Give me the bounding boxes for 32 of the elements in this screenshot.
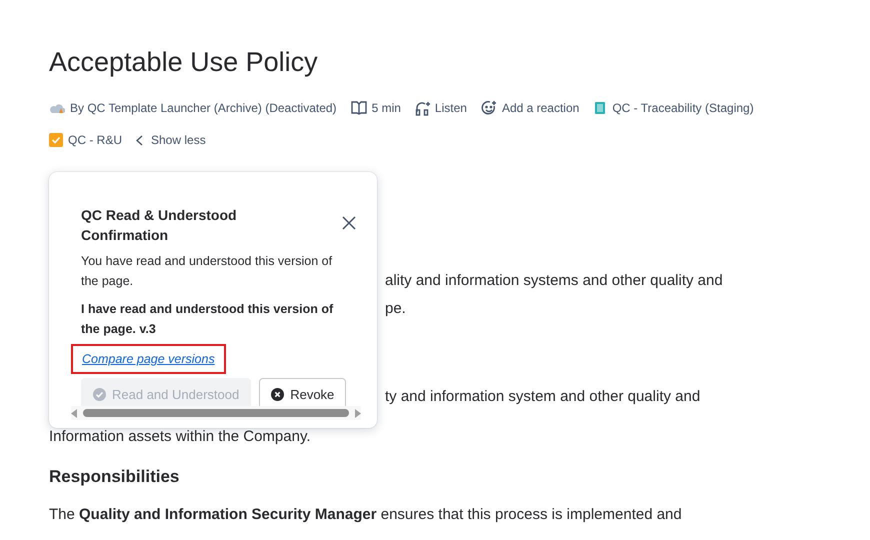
body-text: ty and information system and other quality and xyxy=(385,387,702,407)
page-title: Acceptable Use Policy xyxy=(49,46,319,76)
check-circle-icon xyxy=(93,388,106,400)
book-icon xyxy=(350,101,367,115)
byline-text[interactable]: Listen xyxy=(434,101,467,115)
byline-text[interactable]: 5 min xyxy=(372,101,401,115)
space-icon xyxy=(593,101,608,115)
byline-text[interactable]: Add a reaction xyxy=(502,101,580,115)
body-text: ality and information systems and other quality and xyxy=(385,271,724,291)
scroll-left-icon[interactable] xyxy=(71,408,77,418)
revoke-button[interactable]: Revoke xyxy=(259,378,346,406)
checkbox-icon xyxy=(49,133,63,147)
label-text[interactable]: QC - R&U xyxy=(68,133,122,147)
headphones-icon xyxy=(414,100,430,116)
close-button[interactable] xyxy=(341,215,357,231)
byline-text: By QC Template Launcher (Archive) (Deactivated) xyxy=(70,101,337,115)
section-heading: Responsibilities xyxy=(49,466,180,488)
confirmation-text: I have read and understood this version of the page. v.3 xyxy=(81,301,334,338)
chevron-left-icon xyxy=(136,134,143,146)
popover-message: You have read and understood this version of the page. xyxy=(81,253,334,290)
compare-versions-link[interactable]: Compare page versions xyxy=(82,352,215,366)
body-text: pe. xyxy=(385,299,407,319)
horizontal-scrollbar[interactable] xyxy=(71,406,361,420)
cloud-icon xyxy=(49,102,65,114)
show-less-button[interactable]: Show less xyxy=(136,133,206,147)
byline-text[interactable]: QC - Traceability (Staging) xyxy=(612,101,754,115)
smiley-icon xyxy=(480,100,497,116)
body-paragraph: The Quality and Information Security Manager ensures that this process is implemented and xyxy=(49,505,683,525)
body-text: Information assets within the Company. xyxy=(49,427,312,447)
popover-title: QC Read & Understood Confirmation xyxy=(81,206,238,245)
x-circle-icon xyxy=(271,388,284,400)
scroll-right-icon[interactable] xyxy=(355,408,361,418)
